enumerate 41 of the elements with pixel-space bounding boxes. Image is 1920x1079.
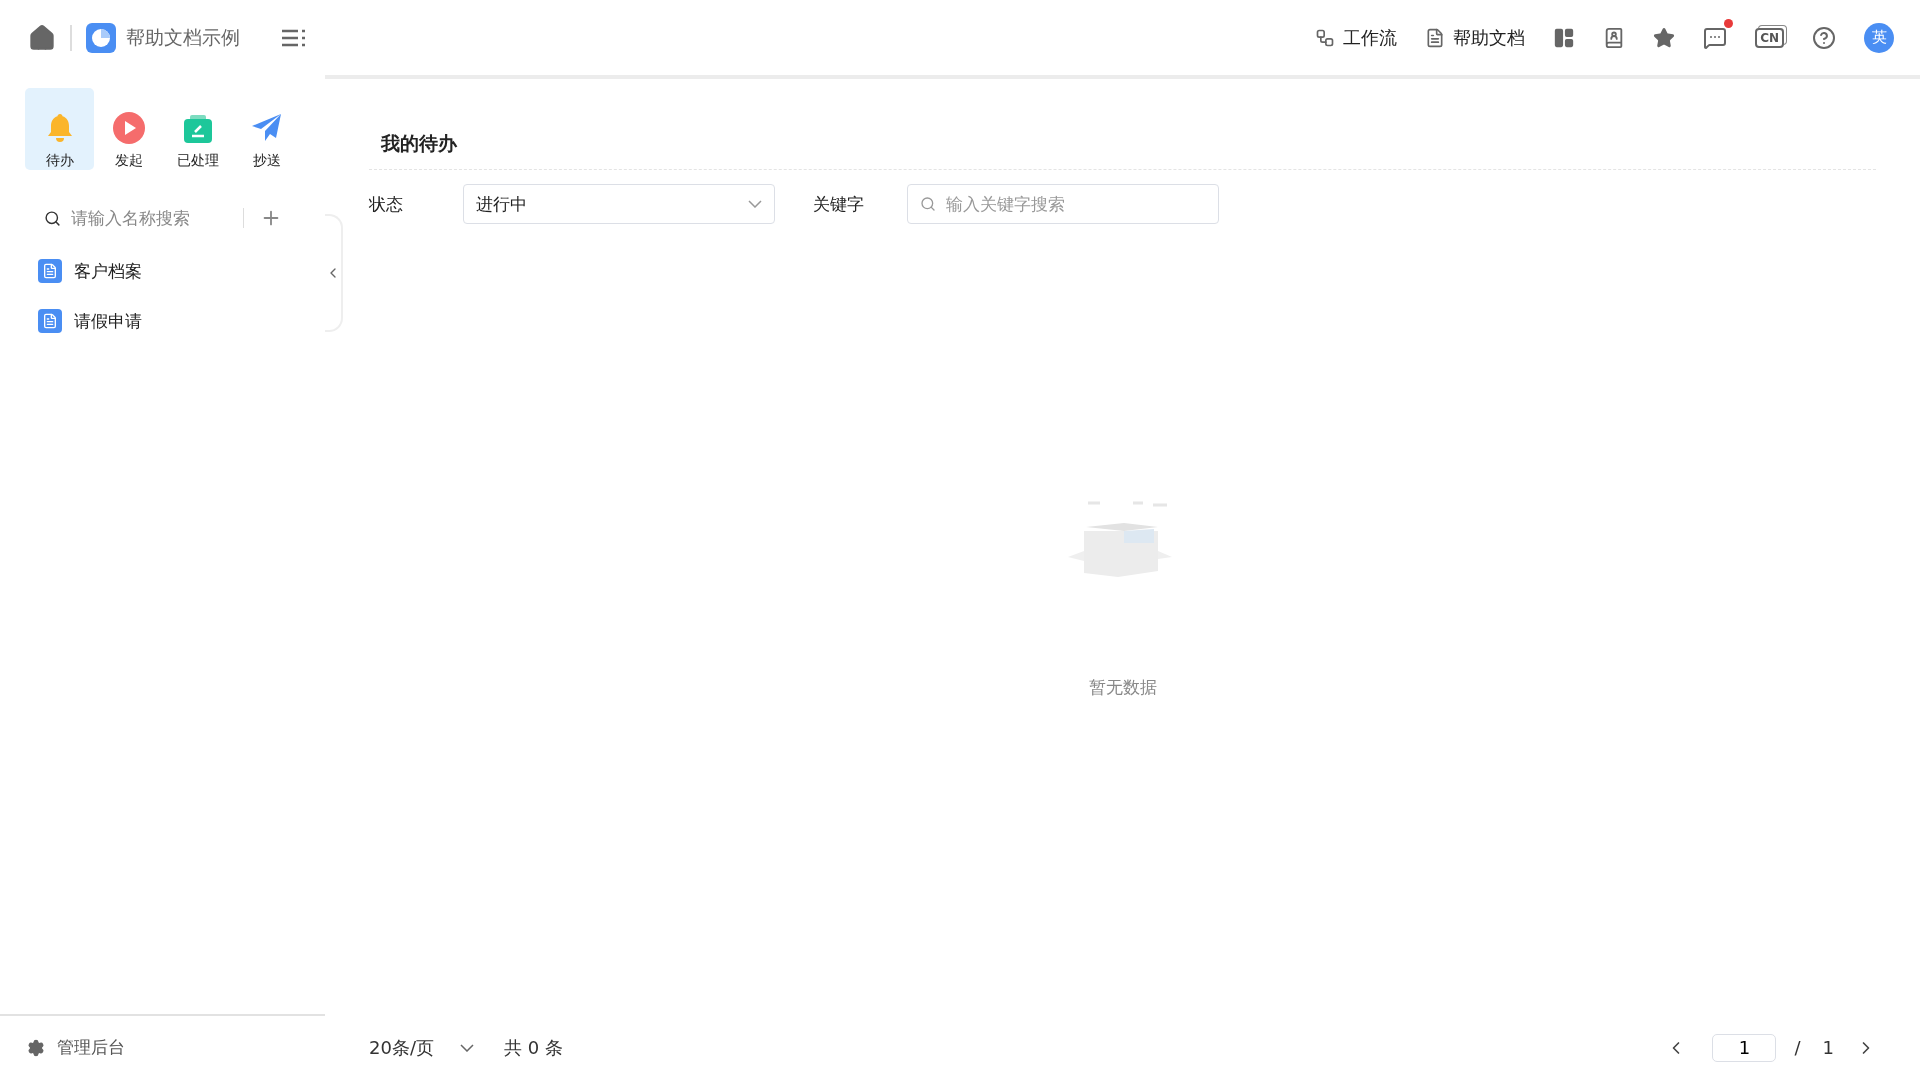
app-name: 帮助文档示例 [126,24,240,50]
document-icon [38,259,62,283]
sidebar-tab[interactable]: 发起 [94,88,163,170]
sidebar-item[interactable]: 客户档案 [0,246,325,296]
page-input[interactable]: 1 [1712,1033,1777,1062]
play-icon [112,112,145,144]
chat-icon[interactable] [1703,25,1728,50]
layout-icon[interactable] [1553,26,1576,49]
document-icon [1425,27,1446,48]
status-select[interactable]: 进行中 [463,184,775,224]
sidebar-item[interactable]: 请假申请 [0,296,325,346]
search-icon [44,209,61,227]
header-link[interactable]: 帮助文档 [1425,25,1526,50]
star-icon[interactable] [1653,26,1676,49]
app-logo-icon [86,22,116,53]
search-icon [920,196,936,212]
sidebar-tab[interactable]: 待办 [25,88,94,170]
sidebar-tab[interactable]: 已处理 [163,88,232,170]
page-count: 1 [1822,1037,1834,1058]
page-separator: / [1794,1037,1801,1058]
gear-icon [27,1038,45,1057]
header-link[interactable]: 工作流 [1315,25,1398,50]
page-size-select[interactable]: 20条/页 [369,1035,474,1060]
menu-icon[interactable] [282,28,306,47]
workflow-icon [1315,27,1336,48]
keyword-field[interactable]: 输入关键字搜索 [907,184,1219,224]
help-icon[interactable] [1812,25,1836,50]
sidebar-tab[interactable]: 抄送 [232,88,301,170]
admin-link[interactable]: 管理后台 [0,1014,325,1079]
total-count: 共 0 条 [503,1035,563,1060]
collapse-handle[interactable] [325,214,343,332]
page-title: 我的待办 [381,131,458,156]
language-button[interactable]: CN [1755,27,1784,48]
document-icon [38,309,62,333]
edit-box-icon [182,114,213,144]
empty-message: 暂无数据 [1088,676,1157,699]
filter-label: 状态 [369,192,404,216]
home-icon[interactable] [28,23,56,52]
chevron-down-icon [459,1043,474,1052]
filter-label: 关键字 [813,192,865,216]
chevron-down-icon [748,200,762,208]
